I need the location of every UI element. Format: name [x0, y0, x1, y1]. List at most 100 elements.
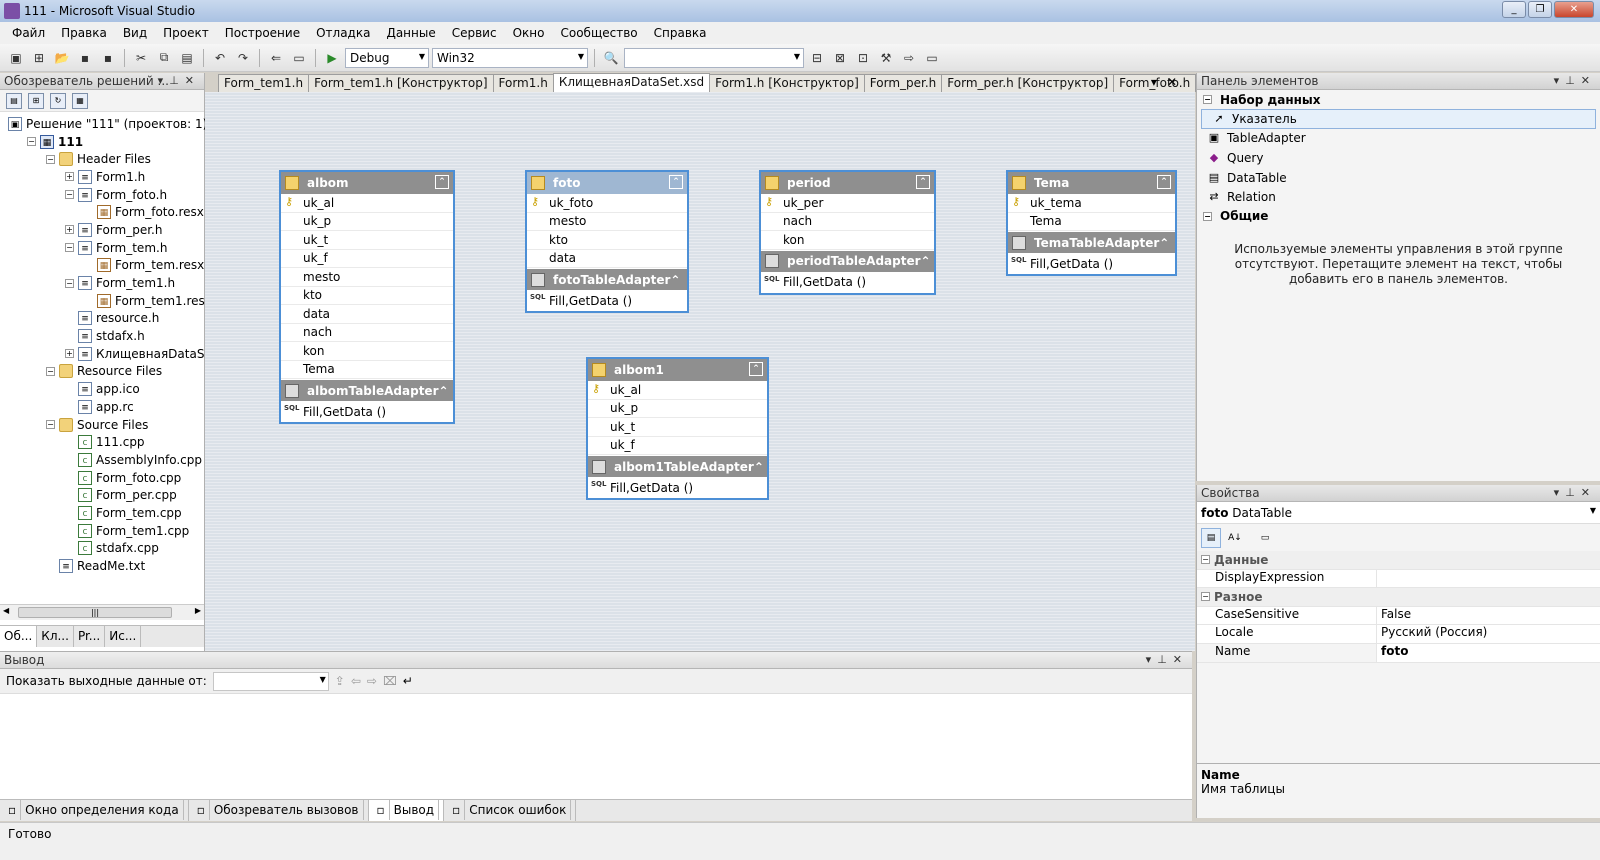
solution-explorer-icon[interactable]: ⊟ — [807, 48, 827, 68]
bottom-tab[interactable]: ▫ Обозреватель вызовов — [189, 800, 369, 821]
panel-pin-close-icons[interactable]: ▾⊥✕ — [1554, 486, 1596, 499]
expand-toggle-icon[interactable]: − — [46, 154, 55, 164]
panel-tab[interactable]: Pr... — [74, 626, 106, 647]
start-debug-icon[interactable]: ▶ — [322, 48, 342, 68]
datatable-header[interactable]: foto ⌃ — [527, 172, 687, 194]
tree-item[interactable]: ≡ stdafx.h — [0, 327, 204, 345]
alphabetical-icon[interactable]: A↓ — [1225, 528, 1245, 548]
datatable-column[interactable]: ⚷ uk_foto — [527, 194, 687, 213]
datatable-column[interactable]: mesto — [527, 213, 687, 231]
copy-icon[interactable]: ⧉ — [154, 48, 174, 68]
menu-item[interactable]: Окно — [505, 26, 553, 40]
datatable-header[interactable]: albom ⌃ — [281, 172, 453, 194]
menu-item[interactable]: Вид — [115, 26, 155, 40]
table-adapter-header[interactable]: albom1TableAdapter ⌃ — [588, 455, 767, 477]
expand-toggle-icon[interactable]: − — [65, 243, 74, 253]
datatable-albom1[interactable]: albom1 ⌃ ⚷ uk_al uk_p uk_t uk_f albom1TableAdap… — [586, 357, 769, 500]
tree-item[interactable]: ▦ Form_tem.resx — [0, 257, 204, 275]
toolbox-item[interactable]: ◆ Query — [1197, 148, 1600, 168]
undo-icon[interactable]: ↶ — [210, 48, 230, 68]
panel-tab[interactable]: Ис... — [105, 626, 142, 647]
datatable-column[interactable]: uk_t — [588, 418, 767, 437]
datatable-foto[interactable]: foto ⌃ ⚷ uk_foto mesto kto data fotoTableAdapte… — [525, 170, 689, 313]
expand-toggle-icon[interactable]: + — [65, 349, 74, 359]
datatable-column[interactable]: nach — [281, 324, 453, 342]
navigate-backward-icon[interactable]: ⇐ — [266, 48, 286, 68]
toolbox-icon[interactable]: ⚒ — [876, 48, 896, 68]
datatable-period[interactable]: period ⌃ ⚷ uk_per nach kon periodTableAdapter ⌃… — [759, 170, 936, 295]
tree-item[interactable]: − Header Files — [0, 150, 204, 168]
table-adapter-header[interactable]: periodTableAdapter ⌃ — [761, 249, 934, 272]
property-pages-icon[interactable]: ▭ — [1255, 528, 1275, 548]
find-in-files-icon[interactable]: 🔍 — [601, 48, 621, 68]
menu-item[interactable]: Данные — [378, 26, 443, 40]
find-combo[interactable]: ▼ — [624, 47, 804, 68]
table-adapter-header[interactable]: albomTableAdapter ⌃ — [281, 379, 453, 401]
tree-item[interactable]: c Form_per.cpp — [0, 486, 204, 504]
datatable-column[interactable]: data — [281, 305, 453, 324]
expand-toggle-icon[interactable]: − — [46, 366, 55, 376]
menu-item[interactable]: Сервис — [444, 26, 505, 40]
tree-item[interactable]: ▦ Form_foto.resx — [0, 203, 204, 221]
tree-item[interactable]: ≡ resource.h — [0, 310, 204, 328]
bottom-tab[interactable]: ▫ Список ошибок — [444, 800, 577, 821]
datatable-column[interactable]: uk_t — [281, 231, 453, 250]
expand-toggle-icon[interactable]: + — [65, 225, 74, 235]
tree-item[interactable]: c Form_tem.cpp — [0, 504, 204, 522]
refresh-icon[interactable]: ↻ — [50, 92, 66, 109]
command-window-icon[interactable]: ▭ — [922, 48, 942, 68]
navigate-forward-icon[interactable]: ▭ — [289, 48, 309, 68]
property-row[interactable]: DisplayExpression — [1197, 569, 1600, 589]
property-group[interactable]: − Разное — [1197, 588, 1600, 607]
tree-item[interactable]: ≡ app.rc — [0, 398, 204, 416]
menu-item[interactable]: Отладка — [308, 26, 378, 40]
document-tab[interactable]: Form_per.h — [863, 74, 943, 92]
collapse-icon[interactable]: ⌃ — [916, 175, 930, 189]
datatable-column[interactable]: ⚷ uk_per — [761, 194, 934, 213]
property-value[interactable]: False — [1377, 607, 1600, 625]
adapter-query[interactable]: SQL Fill,GetData () — [761, 272, 934, 293]
document-tab[interactable]: Form1.h — [492, 74, 554, 92]
document-tab[interactable]: КлищевнаяDataSet.xsd — [552, 73, 711, 92]
tree-item[interactable]: + ≡ Form1.h — [0, 168, 204, 186]
show-all-files-icon[interactable]: ⊞ — [28, 92, 44, 109]
start-page-icon[interactable]: ⇨ — [899, 48, 919, 68]
datatable-header[interactable]: Tema ⌃ — [1008, 172, 1175, 194]
collapse-icon[interactable]: ⌃ — [438, 384, 448, 398]
datatable-column[interactable]: Tema — [1008, 213, 1175, 231]
toolbox-item[interactable]: ⇄ Relation — [1197, 187, 1600, 207]
collapse-icon[interactable]: ⌃ — [749, 362, 763, 376]
datatable-column[interactable]: ⚷ uk_al — [281, 194, 453, 213]
datatable-column[interactable]: kto — [281, 287, 453, 305]
adapter-query[interactable]: SQL Fill,GetData () — [1008, 253, 1175, 274]
next-message-icon[interactable]: ⇨ — [367, 674, 377, 688]
panel-pin-close-icons[interactable]: ▾⊥✕ — [1554, 74, 1596, 87]
expand-toggle-icon[interactable]: − — [27, 137, 36, 147]
tree-item[interactable]: − Source Files — [0, 416, 204, 434]
tree-item[interactable]: − ≡ Form_foto.h — [0, 186, 204, 204]
menu-item[interactable]: Справка — [646, 26, 715, 40]
property-row[interactable]: Name foto — [1197, 643, 1600, 663]
close-window-button[interactable]: ✕ — [1554, 1, 1594, 18]
datatable-column[interactable]: uk_f — [281, 250, 453, 268]
property-value[interactable]: foto — [1377, 644, 1600, 662]
tree-item[interactable]: − ▦ 111 — [0, 133, 204, 151]
property-value[interactable] — [1377, 570, 1600, 588]
panel-pin-close-icons[interactable]: ▾⊥✕ — [1146, 653, 1188, 666]
tree-item[interactable]: c 111.cpp — [0, 433, 204, 451]
properties-icon[interactable]: ⊠ — [830, 48, 850, 68]
collapse-icon[interactable]: ⌃ — [921, 254, 931, 268]
datatable-column[interactable]: ⚷ uk_tema — [1008, 194, 1175, 213]
word-wrap-icon[interactable]: ↵ — [403, 674, 413, 688]
save-icon[interactable]: ▪ — [75, 48, 95, 68]
datatable-column[interactable]: Tema — [281, 361, 453, 379]
property-row[interactable]: CaseSensitive False — [1197, 606, 1600, 626]
tree-item[interactable]: ▣ Решение "111" (проектов: 1) — [0, 115, 207, 133]
add-item-icon[interactable]: ⊞ — [29, 48, 49, 68]
tree-item[interactable]: ≡ ReadMe.txt — [0, 557, 204, 575]
save-all-icon[interactable]: ▪ — [98, 48, 118, 68]
tree-item[interactable]: + ≡ КлищевнаяDataSet.xs — [0, 345, 234, 363]
collapse-icon[interactable]: ⌃ — [1159, 236, 1169, 250]
tree-item[interactable]: c Form_foto.cpp — [0, 469, 204, 487]
new-project-icon[interactable]: ▣ — [6, 48, 26, 68]
